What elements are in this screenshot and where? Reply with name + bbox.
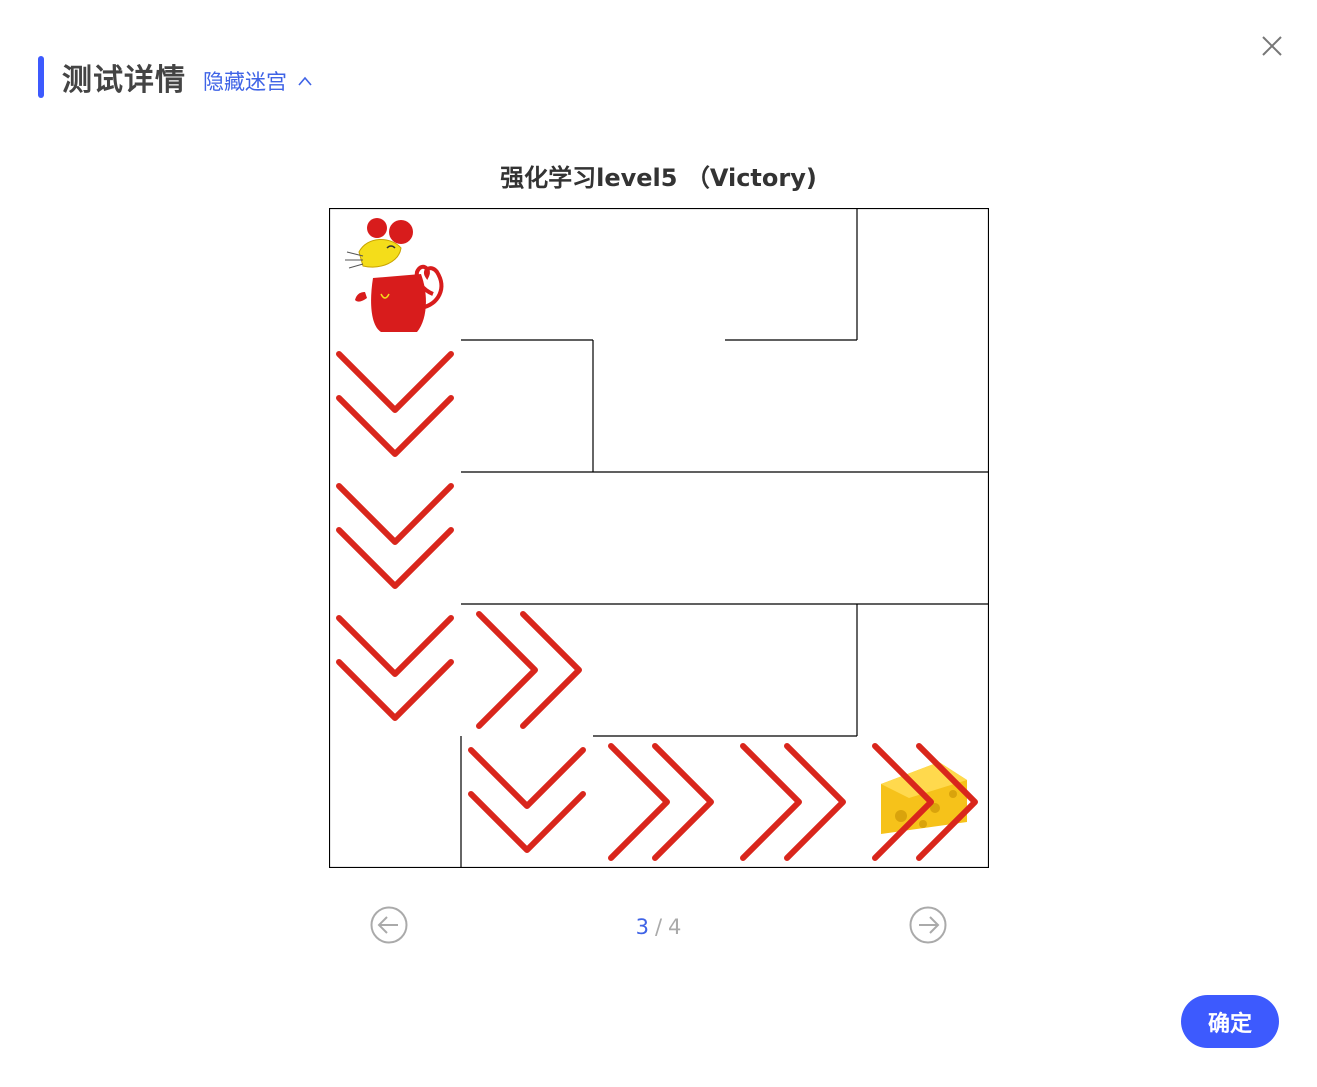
page-separator: / bbox=[654, 915, 663, 939]
header-accent-bar bbox=[38, 56, 44, 98]
chevron-right-double-icon bbox=[476, 611, 582, 729]
hide-maze-toggle[interactable]: 隐藏迷宫 bbox=[203, 66, 313, 96]
chevron-down-double-icon bbox=[336, 351, 454, 457]
hide-maze-label: 隐藏迷宫 bbox=[203, 70, 287, 94]
test-details-dialog: 测试详情 隐藏迷宫 强化学习level5 （Victory) 3 / 4 确定 bbox=[0, 0, 1317, 1087]
total-pages: 4 bbox=[668, 915, 682, 939]
chevron-right-double-icon bbox=[608, 743, 714, 861]
mouse-icon bbox=[345, 218, 444, 332]
arrow-right-circle-icon[interactable] bbox=[908, 905, 948, 945]
current-page: 3 bbox=[635, 915, 649, 939]
chevron-right-double-icon bbox=[740, 743, 846, 861]
maze-grid bbox=[329, 208, 989, 868]
maze-title: 强化学习level5 （Victory) bbox=[500, 164, 817, 192]
chevron-right-double-icon bbox=[872, 743, 978, 861]
chevron-down-double-icon bbox=[468, 747, 586, 853]
chevron-down-double-icon bbox=[336, 483, 454, 589]
confirm-button[interactable]: 确定 bbox=[1181, 995, 1279, 1048]
chevron-down-double-icon bbox=[336, 615, 454, 721]
dialog-title: 测试详情 bbox=[62, 63, 186, 98]
page-indicator: 3/4 bbox=[0, 915, 1317, 939]
close-icon[interactable] bbox=[1259, 33, 1285, 59]
pager: 3/4 bbox=[0, 905, 1317, 947]
chevron-up-icon bbox=[298, 76, 312, 86]
